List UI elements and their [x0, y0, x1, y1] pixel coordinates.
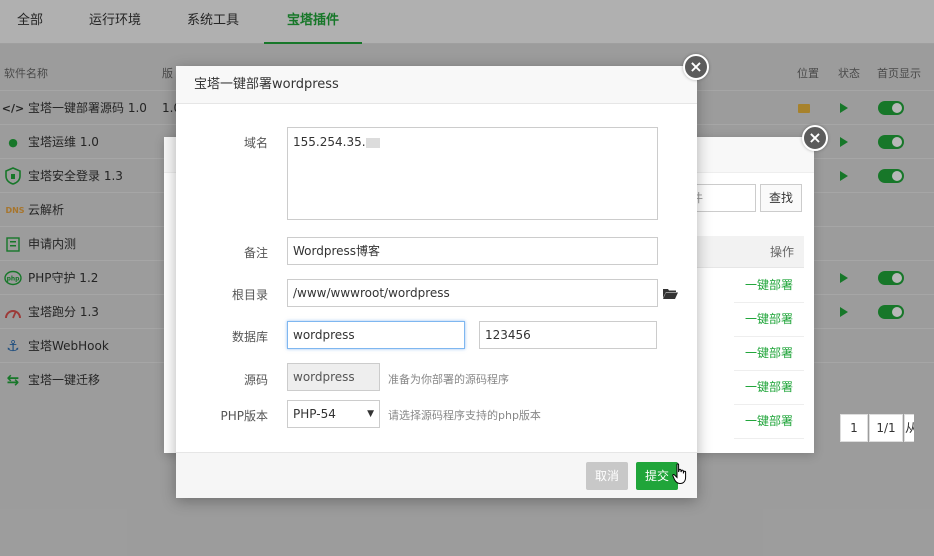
deploy-link[interactable]: 一键部署: [734, 302, 804, 337]
caret-down-icon: ▼: [367, 409, 374, 419]
pager-page[interactable]: 1: [840, 414, 868, 442]
blurred-ip-segment: [365, 137, 380, 148]
cancel-button[interactable]: 取消: [586, 462, 628, 490]
deploy-link[interactable]: 一键部署: [734, 404, 804, 439]
source-label: 源码: [243, 373, 268, 387]
dialog-header: 宝塔一键部署wordpress: [176, 66, 697, 104]
dialog-title: 宝塔一键部署wordpress: [194, 77, 339, 92]
folder-open-icon[interactable]: [663, 288, 678, 299]
deploy-link[interactable]: 一键部署: [734, 370, 804, 405]
search-button[interactable]: 查找: [760, 184, 802, 212]
database-label: 数据库: [231, 330, 268, 344]
table-header: 操作: [684, 236, 804, 268]
domain-value: 155.254.35.: [293, 135, 366, 149]
close-dialog-button[interactable]: ×: [683, 54, 709, 80]
source-input: wordpress: [287, 363, 380, 391]
root-dir-input[interactable]: /www/wwwroot/wordpress: [287, 279, 658, 307]
php-version-hint: 请选择源码程序支持的php版本: [388, 409, 541, 422]
dialog-footer: 取消 提交: [176, 452, 697, 498]
pager-total: 1/1: [869, 414, 903, 442]
note-label: 备注: [243, 246, 268, 260]
source-hint: 准备为你部署的源码程序: [388, 373, 509, 386]
domain-textarea[interactable]: 155.254.35.: [287, 127, 658, 220]
wordpress-deploy-dialog: 宝塔一键部署wordpress 域名 155.254.35. 备注 Wordpr…: [176, 66, 697, 498]
php-version-label: PHP版本: [220, 409, 269, 423]
action-column-header: 操作: [769, 245, 794, 259]
database-name-input[interactable]: wordpress: [287, 321, 465, 349]
pager-from: 从1: [904, 414, 914, 442]
root-dir-label: 根目录: [231, 288, 268, 302]
domain-label: 域名: [243, 136, 268, 150]
php-version-select[interactable]: PHP-54 ▼: [287, 400, 380, 428]
close-deploy-list-button[interactable]: ×: [802, 125, 828, 151]
database-password-input[interactable]: 123456: [479, 321, 657, 349]
php-version-value: PHP-54: [293, 407, 336, 421]
note-input[interactable]: Wordpress博客: [287, 237, 658, 265]
hand-cursor-icon: [672, 463, 687, 485]
deploy-link[interactable]: 一键部署: [734, 268, 804, 303]
deploy-link[interactable]: 一键部署: [734, 336, 804, 371]
